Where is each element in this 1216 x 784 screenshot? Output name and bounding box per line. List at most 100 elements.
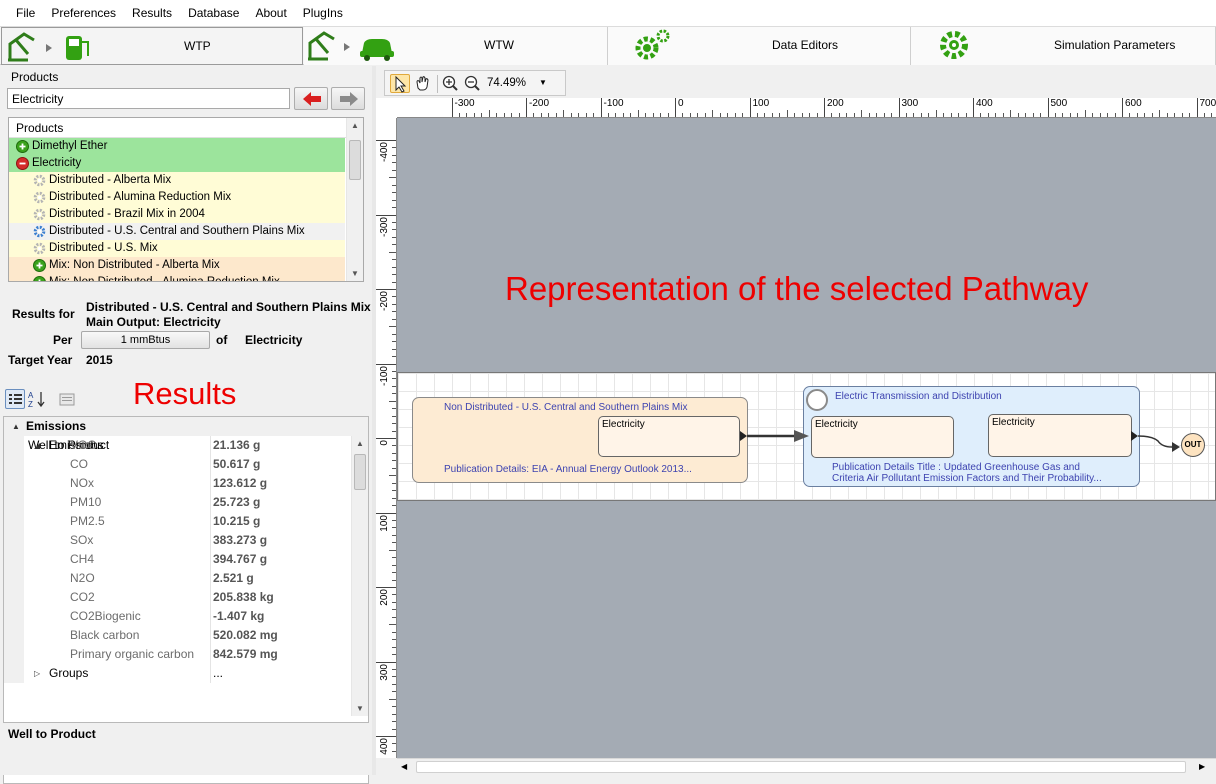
tab-wtp[interactable]: WTP [1, 27, 303, 65]
property-row[interactable]: PM1025.723 g [4, 493, 368, 512]
tab-simulation-parameters[interactable]: Simulation Parameters [911, 27, 1216, 65]
ruler-tick-label: 200 [824, 98, 844, 118]
tab-wtw-label: WTW [484, 38, 514, 52]
product-list-item[interactable]: Mix: Non Distributed - Alumina Reduction… [9, 274, 345, 282]
property-pages-button[interactable] [57, 389, 77, 409]
product-list-item[interactable]: Distributed - U.S. Central and Southern … [9, 223, 345, 240]
pathway-connectors [398, 373, 1216, 502]
scroll-down-arrow-icon[interactable]: ▼ [356, 704, 364, 713]
zoom-dropdown-icon[interactable]: ▼ [539, 78, 547, 87]
products-group-label: Products [11, 70, 58, 84]
pathway-output-node[interactable]: OUT [1181, 433, 1205, 457]
ruler-tick-label: 500 [1048, 98, 1068, 118]
scroll-thumb[interactable] [416, 761, 1186, 773]
zoom-in-button[interactable] [441, 74, 461, 93]
property-category[interactable]: ▲Emissions [4, 417, 368, 436]
property-grid-scrollbar[interactable]: ▲ ▼ [351, 436, 368, 716]
svg-text:Z: Z [28, 400, 33, 409]
gears-icon [630, 28, 674, 62]
hand-icon [413, 74, 431, 92]
scroll-down-arrow-icon[interactable]: ▼ [351, 269, 359, 278]
expander-icon[interactable]: ▷ [34, 664, 40, 683]
of-label: of [216, 333, 227, 347]
zoom-out-button[interactable] [463, 74, 483, 93]
scroll-thumb[interactable] [349, 140, 361, 180]
products-list-scrollbar[interactable]: ▲ ▼ [346, 118, 363, 281]
expander-icon[interactable]: ▲ [12, 417, 20, 436]
product-list-item[interactable]: Distributed - Brazil Mix in 2004 [9, 206, 345, 223]
property-value: 2.521 g [211, 569, 254, 588]
product-label: Distributed - Alberta Mix [49, 172, 171, 189]
property-name: PM2.5 [70, 512, 105, 531]
property-row[interactable]: Primary organic carbon842.579 mg [4, 645, 368, 664]
property-row[interactable]: CO2Biogenic-1.407 kg [4, 607, 368, 626]
property-value: 383.273 g [211, 531, 267, 550]
property-pages-icon [57, 389, 77, 409]
tab-wtw[interactable]: WTW [304, 27, 608, 65]
menu-database[interactable]: Database [180, 0, 247, 27]
scroll-right-arrow-icon[interactable]: ▶ [1199, 762, 1205, 771]
zoom-level: 74.49% [487, 77, 526, 89]
product-search-input[interactable] [7, 88, 290, 109]
product-list-item[interactable]: Electricity [9, 155, 345, 172]
pathway-canvas[interactable]: Representation of the selected Pathway N… [397, 118, 1216, 758]
menu-about[interactable]: About [247, 0, 294, 27]
ruler-tick-label: 300 [379, 664, 390, 681]
menu-plugins[interactable]: PlugIns [295, 0, 351, 27]
product-list-item[interactable]: Distributed - Alumina Reduction Mix [9, 189, 345, 206]
alphabetical-sort-button[interactable]: AZ [27, 389, 47, 409]
menu-file[interactable]: File [8, 0, 43, 27]
ruler-tick-label: 400 [379, 738, 390, 755]
results-annotation: Results [133, 376, 236, 412]
categorized-view-button[interactable] [5, 389, 25, 409]
property-row[interactable]: PM2.510.215 g [4, 512, 368, 531]
property-row[interactable]: N2O 2.521 g [4, 569, 368, 588]
grey-right-arrow-icon [339, 91, 359, 107]
functional-unit-button[interactable]: 1 mmBtus [81, 331, 210, 349]
zoom-out-icon [463, 74, 481, 92]
arrow-pointer-icon [391, 75, 409, 93]
ruler-tick-label: 100 [750, 98, 770, 118]
menu-results[interactable]: Results [124, 0, 180, 27]
ruler-tick-label: 400 [973, 98, 993, 118]
back-button[interactable] [294, 87, 328, 110]
product-list-item[interactable]: Distributed - U.S. Mix [9, 240, 345, 257]
product-list-item[interactable]: Distributed - Alberta Mix [9, 172, 345, 189]
tab-data-editors-label: Data Editors [772, 38, 838, 52]
expand-plus-icon [16, 140, 29, 153]
pump-to-car-icon [306, 29, 396, 63]
property-row[interactable]: CO50.617 g [4, 455, 368, 474]
scroll-left-arrow-icon[interactable]: ◀ [401, 762, 407, 771]
sort-az-icon: AZ [27, 389, 47, 409]
forward-button[interactable] [331, 87, 365, 110]
property-value: -1.407 kg [211, 607, 264, 626]
property-row[interactable]: NOx123.612 g [4, 474, 368, 493]
property-row[interactable]: CH4394.767 g [4, 550, 368, 569]
property-value: 394.767 g [211, 550, 267, 569]
product-list-item[interactable]: Mix: Non Distributed - Alberta Mix [9, 257, 345, 274]
product-label: Mix: Non Distributed - Alumina Reduction… [49, 274, 280, 282]
tab-data-editors[interactable]: Data Editors [608, 27, 911, 65]
canvas-horizontal-scrollbar[interactable]: ◀ ▶ [397, 758, 1216, 775]
property-row[interactable]: Black carbon520.082 mg [4, 626, 368, 645]
menu-preferences[interactable]: Preferences [43, 0, 124, 27]
ruler-tick-label: -200 [526, 98, 549, 118]
product-list-item[interactable]: Dimethyl Ether [9, 138, 345, 155]
property-value: 21.136 g [211, 436, 260, 455]
categorized-icon [6, 390, 24, 408]
property-row[interactable]: VOC21.136 g [4, 436, 368, 455]
per-label: Per [53, 333, 72, 347]
pan-tool-button[interactable] [413, 74, 433, 93]
ruler-tick-label: 100 [379, 515, 390, 532]
property-row[interactable]: CO2205.838 kg [4, 588, 368, 607]
property-name: N2O [70, 569, 95, 588]
scroll-thumb[interactable] [354, 454, 366, 490]
gear-icon [937, 29, 973, 63]
scroll-up-arrow-icon[interactable]: ▲ [356, 439, 364, 448]
property-name: CO [70, 455, 88, 474]
target-year-label: Target Year [8, 353, 72, 367]
property-row[interactable]: SOx383.273 g [4, 531, 368, 550]
scroll-up-arrow-icon[interactable]: ▲ [351, 121, 359, 130]
pathway-annotation: Representation of the selected Pathway [505, 270, 1088, 308]
select-tool-button[interactable] [390, 74, 410, 93]
